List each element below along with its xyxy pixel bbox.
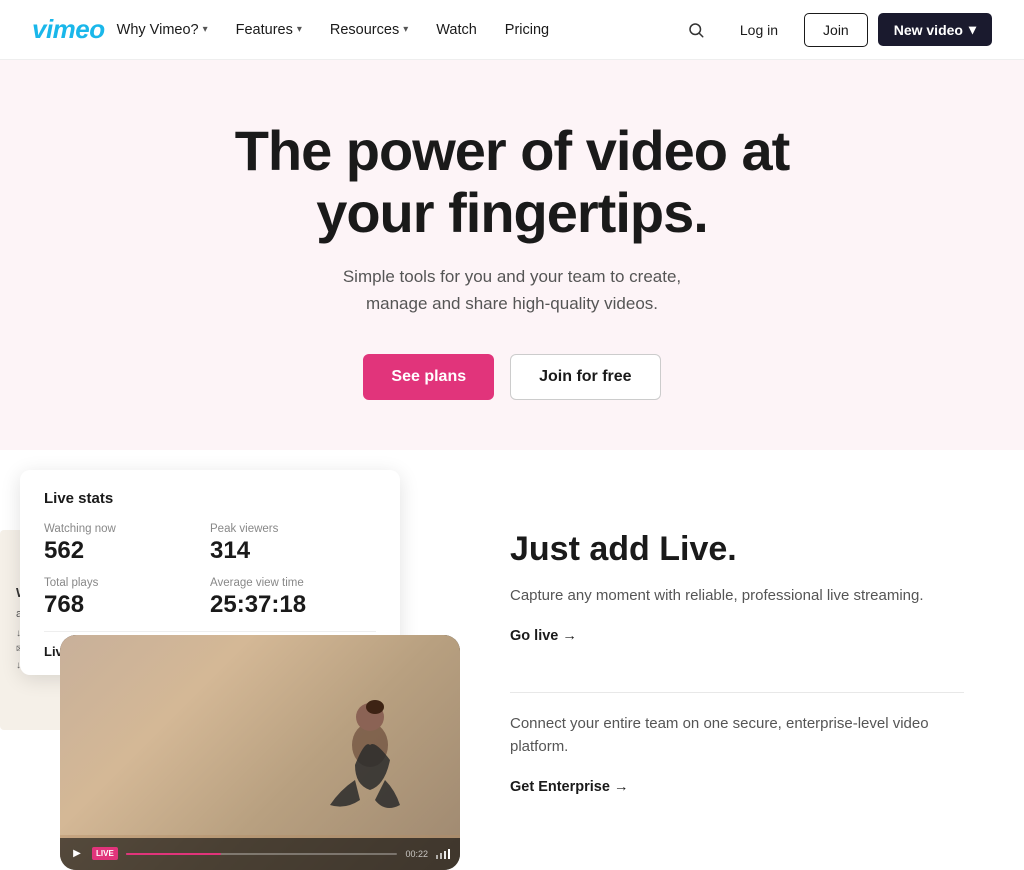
chevron-down-icon: ▾ [203,24,208,35]
see-plans-button[interactable]: See plans [363,354,494,400]
time-display: 00:22 [405,849,428,859]
signal-icon [436,849,450,859]
stats-divider [44,631,376,632]
hero-buttons: See plans Join for free [20,354,1004,400]
progress-bar[interactable] [126,853,398,855]
login-button[interactable]: Log in [724,14,794,46]
hero-subtext: Simple tools for you and your team to cr… [312,263,712,317]
stat-avg-view-time: Average view time 25:37:18 [210,577,376,619]
navbar: vimeo Why Vimeo? ▾ Features ▾ Resources … [0,0,1024,60]
feature-section: Workflow Strategy abandone cart ↓ 1 hr d… [0,450,1024,870]
nav-why-vimeo[interactable]: Why Vimeo? ▾ [105,14,220,46]
join-button[interactable]: Join [804,13,868,47]
feature-divider [510,692,964,693]
feature-desc-1: Capture any moment with reliable, profes… [510,585,964,608]
nav-links: Why Vimeo? ▾ Features ▾ Resources ▾ Watc… [105,14,678,46]
phone-mockup: ▶ LIVE 00:22 [60,635,460,870]
hero-headline: The power of video at your fingertips. [162,120,862,243]
feature-title: Just add Live. [510,530,964,569]
chevron-down-icon: ▾ [297,24,302,35]
hero-section: The power of video at your fingertips. S… [0,60,1024,450]
nav-resources[interactable]: Resources ▾ [318,14,420,46]
stats-grid: Watching now 562 Peak viewers 314 Total … [44,523,376,619]
get-enterprise-link[interactable]: Get Enterprise → [510,779,628,795]
phone-screen: ▶ LIVE 00:22 [60,635,460,870]
join-free-button[interactable]: Join for free [510,354,660,400]
new-video-button[interactable]: New video ▾ [878,13,992,46]
search-icon [687,21,705,39]
stats-card-title: Live stats [44,490,376,507]
feature-content: Just add Live. Capture any moment with r… [470,450,1024,864]
nav-features[interactable]: Features ▾ [224,14,314,46]
chevron-down-icon: ▾ [403,24,408,35]
device-area: Workflow Strategy abandone cart ↓ 1 hr d… [0,450,470,870]
phone-controls: ▶ LIVE 00:22 [60,838,460,870]
stat-total-plays: Total plays 768 [44,577,210,619]
chevron-down-icon: ▾ [969,21,976,38]
stat-peak-viewers: Peak viewers 314 [210,523,376,565]
yoga-figure-illustration [280,665,420,835]
stat-watching-now: Watching now 562 [44,523,210,565]
progress-fill [126,853,221,855]
go-live-link[interactable]: Go live → [510,628,577,644]
nav-pricing[interactable]: Pricing [493,14,561,46]
nav-watch[interactable]: Watch [424,14,489,46]
logo[interactable]: vimeo [32,14,105,45]
feature-desc-2: Connect your entire team on one secure, … [510,713,964,758]
nav-actions: Log in Join New video ▾ [678,12,992,48]
live-badge: LIVE [92,847,118,860]
search-button[interactable] [678,12,714,48]
play-icon[interactable]: ▶ [70,847,84,861]
